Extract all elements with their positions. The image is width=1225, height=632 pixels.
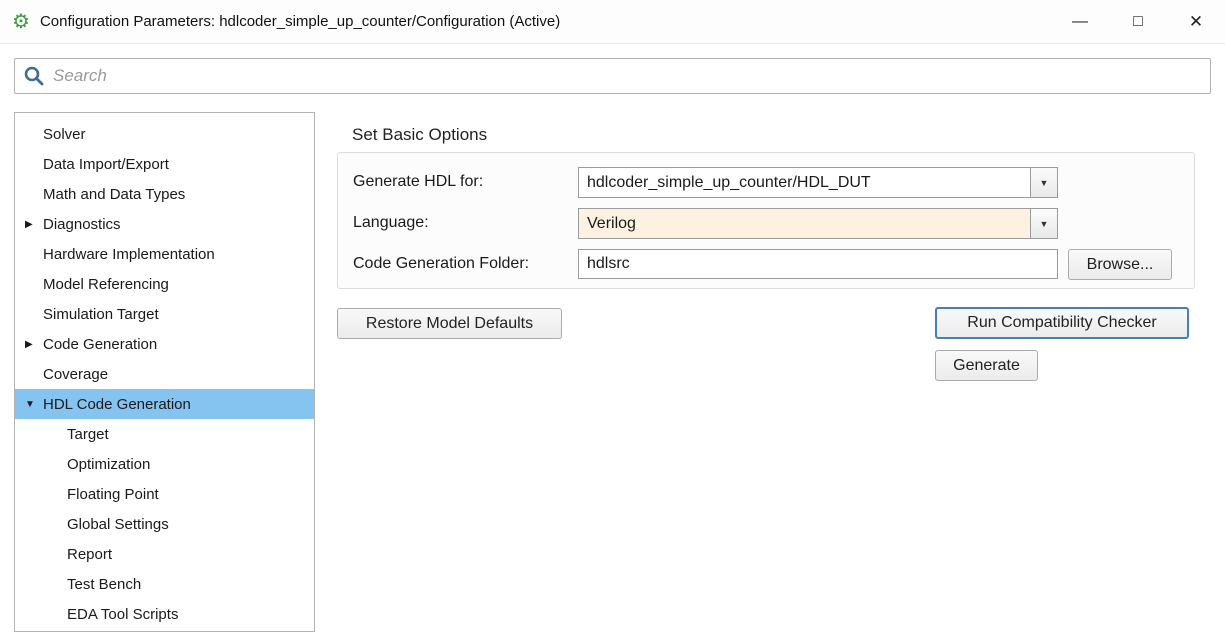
sidebar-item-label: Code Generation <box>43 336 157 353</box>
language-label: Language: <box>353 208 429 238</box>
titlebar: ⚙ Configuration Parameters: hdlcoder_sim… <box>0 0 1225 44</box>
sidebar-item-target[interactable]: Target <box>15 419 314 449</box>
sidebar-item-label: Global Settings <box>67 516 169 533</box>
search-icon <box>23 65 45 87</box>
sidebar-item-test-bench[interactable]: Test Bench <box>15 569 314 599</box>
sidebar-item-label: EDA Tool Scripts <box>67 606 178 623</box>
sidebar-item-code-generation[interactable]: ▶ Code Generation <box>15 329 314 359</box>
dropdown-arrow-icon[interactable]: ▼ <box>1030 168 1057 197</box>
sidebar-item-label: Math and Data Types <box>43 186 185 203</box>
sidebar-item-hardware-implementation[interactable]: Hardware Implementation <box>15 239 314 269</box>
close-icon[interactable]: ✕ <box>1167 0 1225 44</box>
sidebar-item-hdl-code-generation[interactable]: ▼ HDL Code Generation <box>15 389 314 419</box>
config-tree-sidebar: Solver Data Import/Export Math and Data … <box>14 112 315 632</box>
sidebar-item-label: Test Bench <box>67 576 141 593</box>
window-title: Configuration Parameters: hdlcoder_simpl… <box>40 13 560 30</box>
sidebar-item-label: Data Import/Export <box>43 156 169 173</box>
sidebar-item-data-import-export[interactable]: Data Import/Export <box>15 149 314 179</box>
section-title: Set Basic Options <box>352 125 487 145</box>
sidebar-item-diagnostics[interactable]: ▶ Diagnostics <box>15 209 314 239</box>
sidebar-item-label: Simulation Target <box>43 306 159 323</box>
sidebar-item-label: Coverage <box>43 366 108 383</box>
sidebar-item-optimization[interactable]: Optimization <box>15 449 314 479</box>
search-input[interactable] <box>53 61 1210 91</box>
sidebar-item-eda-tool-scripts[interactable]: EDA Tool Scripts <box>15 599 314 629</box>
maximize-icon[interactable]: □ <box>1109 0 1167 44</box>
language-dropdown[interactable]: Verilog ▼ <box>578 208 1058 239</box>
sidebar-item-label: Solver <box>43 126 86 143</box>
sidebar-item-label: Model Referencing <box>43 276 169 293</box>
language-value: Verilog <box>579 215 1030 233</box>
restore-model-defaults-button[interactable]: Restore Model Defaults <box>337 308 562 339</box>
generate-hdl-for-value: hdlcoder_simple_up_counter/HDL_DUT <box>579 174 1030 192</box>
search-box <box>14 58 1211 94</box>
code-generation-folder-label: Code Generation Folder: <box>353 249 529 279</box>
sidebar-item-label: Optimization <box>67 456 150 473</box>
sidebar-item-report[interactable]: Report <box>15 539 314 569</box>
sidebar-item-simulation-target[interactable]: Simulation Target <box>15 299 314 329</box>
sidebar-item-global-settings[interactable]: Global Settings <box>15 509 314 539</box>
generate-hdl-for-label: Generate HDL for: <box>353 167 483 197</box>
basic-options-group: Generate HDL for: hdlcoder_simple_up_cou… <box>337 152 1195 289</box>
window-controls: — □ ✕ <box>1051 0 1225 44</box>
dropdown-arrow-icon[interactable]: ▼ <box>1030 209 1057 238</box>
generate-hdl-for-dropdown[interactable]: hdlcoder_simple_up_counter/HDL_DUT ▼ <box>578 167 1058 198</box>
sidebar-item-label: Target <box>67 426 109 443</box>
sidebar-item-label: Floating Point <box>67 486 159 503</box>
run-compatibility-checker-button[interactable]: Run Compatibility Checker <box>935 307 1189 339</box>
sidebar-item-label: Diagnostics <box>43 216 121 233</box>
expanded-arrow-icon[interactable]: ▼ <box>25 399 43 410</box>
sidebar-item-label: Hardware Implementation <box>43 246 215 263</box>
sidebar-item-coverage[interactable]: Coverage <box>15 359 314 389</box>
browse-button[interactable]: Browse... <box>1068 249 1172 280</box>
sidebar-item-label: Report <box>67 546 112 563</box>
sidebar-item-label: HDL Code Generation <box>43 396 191 413</box>
sidebar-item-model-referencing[interactable]: Model Referencing <box>15 269 314 299</box>
generate-button[interactable]: Generate <box>935 350 1038 381</box>
sidebar-item-solver[interactable]: Solver <box>15 119 314 149</box>
app-gear-icon: ⚙ <box>12 12 30 32</box>
code-generation-folder-input[interactable] <box>578 249 1058 279</box>
sidebar-item-floating-point[interactable]: Floating Point <box>15 479 314 509</box>
collapsed-arrow-icon[interactable]: ▶ <box>25 339 43 350</box>
minimize-icon[interactable]: — <box>1051 0 1109 44</box>
sidebar-item-math-and-data-types[interactable]: Math and Data Types <box>15 179 314 209</box>
collapsed-arrow-icon[interactable]: ▶ <box>25 219 43 230</box>
